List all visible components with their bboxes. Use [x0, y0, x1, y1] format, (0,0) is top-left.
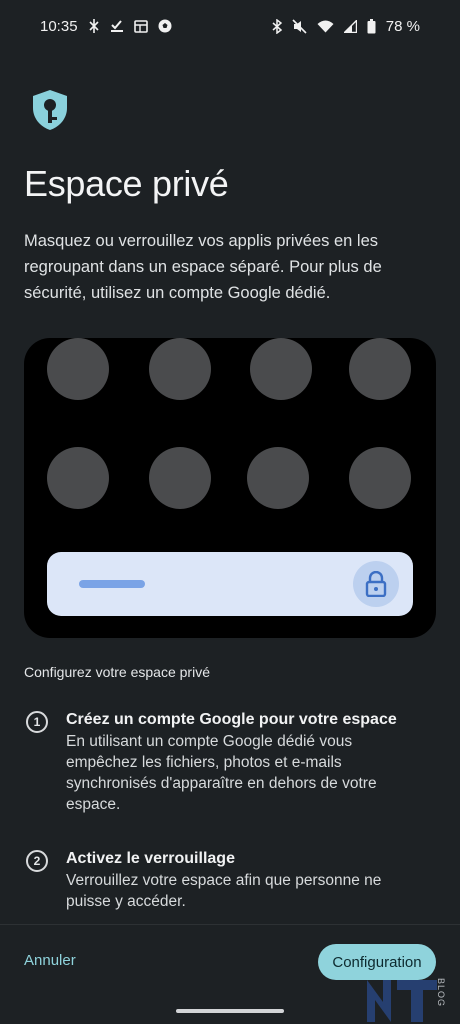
page-title: Espace privé — [24, 163, 229, 204]
app-placeholder — [149, 447, 211, 509]
lock-bar — [47, 552, 413, 616]
status-time: 10:35 — [40, 17, 78, 35]
battery-percent: 78 % — [385, 17, 420, 35]
private-space-illustration — [24, 338, 436, 638]
mute-icon — [292, 18, 307, 34]
step-title: Créez un compte Google pour votre espace — [66, 711, 397, 728]
watermark-text: BLOG — [436, 978, 446, 1008]
app-placeholder — [47, 447, 109, 509]
lock-bar-line — [79, 580, 145, 588]
status-bar: 10:35 78 % — [0, 0, 460, 52]
app-placeholder — [349, 447, 411, 509]
app-placeholder — [250, 338, 312, 400]
step-number: 2 — [26, 850, 48, 872]
footer-divider — [0, 924, 460, 925]
step-number: 1 — [26, 711, 48, 733]
signal-icon — [343, 19, 357, 33]
checkbox-icon — [110, 19, 124, 33]
home-indicator[interactable] — [176, 1009, 284, 1013]
status-right: 78 % — [272, 18, 420, 35]
app-placeholder — [247, 447, 309, 509]
page-description: Masquez ou verrouillez vos applis privée… — [24, 232, 382, 302]
cancel-button[interactable]: Annuler — [24, 952, 76, 969]
shield-key-icon — [30, 88, 70, 132]
app-placeholder — [349, 338, 411, 400]
soccer-ball-icon — [158, 19, 172, 33]
app-placeholder — [47, 338, 109, 400]
lock-icon — [353, 561, 399, 607]
status-left: 10:35 — [40, 18, 172, 35]
calendar-icon — [133, 19, 148, 33]
bluetooth-icon — [272, 18, 282, 34]
setup-section-label: Configurez votre espace privé — [24, 664, 210, 680]
step-text: Verrouillez votre espace afin que person… — [66, 872, 382, 910]
wifi-icon — [317, 20, 334, 33]
nfc-icon — [88, 19, 100, 33]
step-title: Activez le verrouillage — [66, 850, 235, 867]
step-text: En utilisant un compte Google dédié vous… — [66, 733, 377, 813]
battery-icon — [367, 18, 376, 34]
app-placeholder — [149, 338, 211, 400]
